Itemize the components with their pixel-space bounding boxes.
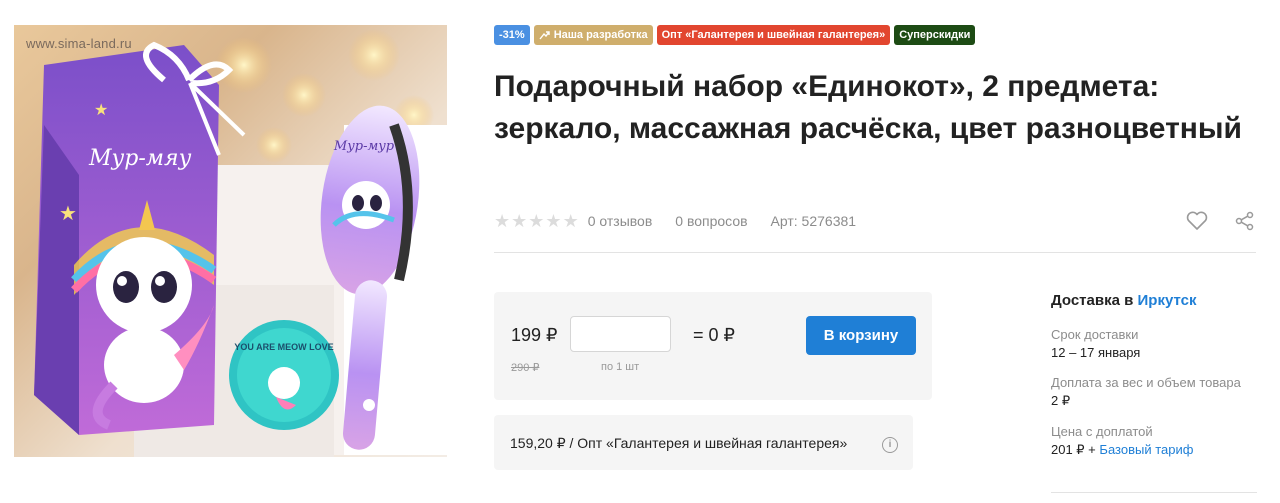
divider (494, 252, 1256, 253)
quantity-note: по 1 шт (601, 361, 640, 373)
current-price: 199 ₽ (511, 325, 558, 345)
delivery-panel: Доставка в Иркутск Срок доставки 12 – 17… (1051, 292, 1257, 473)
extra-charge-label: Доплата за вес и объем товара (1051, 375, 1241, 390)
svg-text:★: ★ (94, 102, 108, 119)
discount-badge[interactable]: -31% (494, 25, 530, 45)
share-button[interactable] (1232, 208, 1258, 234)
star-icon: ★ (562, 211, 579, 231)
info-icon[interactable]: i (882, 437, 898, 453)
delivery-heading-text: Доставка в (1051, 292, 1134, 309)
star-icon: ★ (545, 211, 562, 231)
total-price: = 0 ₽ (693, 325, 735, 345)
extra-charge-value: 2 ₽ (1051, 393, 1071, 408)
share-icon (1235, 211, 1254, 231)
own-development-badge[interactable]: Наша разработка (533, 25, 653, 45)
bag-caption: Мур-мяу (88, 146, 192, 171)
wholesale-offer-text: 159,20 ₽ / Опт «Галантерея и швейная гал… (510, 435, 848, 451)
heart-icon (1186, 211, 1208, 230)
questions-link[interactable]: 0 вопросов (675, 213, 747, 229)
delivery-term-label: Срок доставки (1051, 327, 1139, 342)
star-icon: ★ (528, 211, 545, 231)
star-icon: ★ (494, 211, 511, 231)
delivery-term-value: 12 – 17 января (1051, 345, 1141, 360)
svg-text:★: ★ (59, 203, 77, 225)
quantity-input[interactable] (570, 316, 671, 352)
badge-row: -31% Наша разработка Опт «Галантерея и ш… (494, 25, 976, 45)
product-illustration: Мур-мяу ★ ★ YOU ARE MEOW LOVE Мур-мур (34, 29, 447, 457)
article-number: Арт: 5276381 (770, 213, 857, 229)
watermark: www.sima-land.ru (26, 36, 132, 51)
city-link[interactable]: Иркутск (1138, 292, 1197, 309)
star-icon: ★ (511, 211, 528, 231)
mirror-caption: YOU ARE MEOW LOVE (234, 342, 333, 352)
trend-arrow-icon (539, 31, 550, 40)
delivery-heading: Доставка в Иркутск (1051, 292, 1257, 309)
price-with-charge-label: Цена с доплатой (1051, 424, 1153, 439)
price-box: 199 ₽ 290 ₽ по 1 шт = 0 ₽ В корзину (494, 292, 932, 400)
brush-caption: Мур-мур (333, 139, 395, 154)
wholesale-offer: 159,20 ₽ / Опт «Галантерея и швейная гал… (494, 415, 913, 470)
product-title: Подарочный набор «Единокот», 2 предмета:… (494, 70, 1242, 145)
tariff-link[interactable]: Базовый тариф (1099, 442, 1193, 457)
super-discount-badge[interactable]: Суперскидки (894, 25, 976, 45)
own-development-label: Наша разработка (553, 29, 648, 41)
add-to-cart-button[interactable]: В корзину (806, 316, 916, 355)
rating-stars[interactable]: ★ ★ ★ ★ ★ (494, 212, 579, 230)
product-image[interactable]: Мур-мяу ★ ★ YOU ARE MEOW LOVE Мур-мур ww… (14, 25, 447, 457)
product-meta: ★ ★ ★ ★ ★ 0 отзывов 0 вопросов Арт: 5276… (494, 212, 879, 230)
delivery-divider (1051, 492, 1257, 493)
reviews-link[interactable]: 0 отзывов (588, 213, 653, 229)
price-with-charge-value: 201 ₽ + Базовый тариф (1051, 442, 1257, 458)
price-with-charge-amount: 201 ₽ + (1051, 442, 1096, 457)
old-price: 290 ₽ (511, 362, 540, 374)
favorite-button[interactable] (1184, 208, 1210, 234)
wholesale-badge[interactable]: Опт «Галантерея и швейная галантерея» (656, 25, 891, 45)
